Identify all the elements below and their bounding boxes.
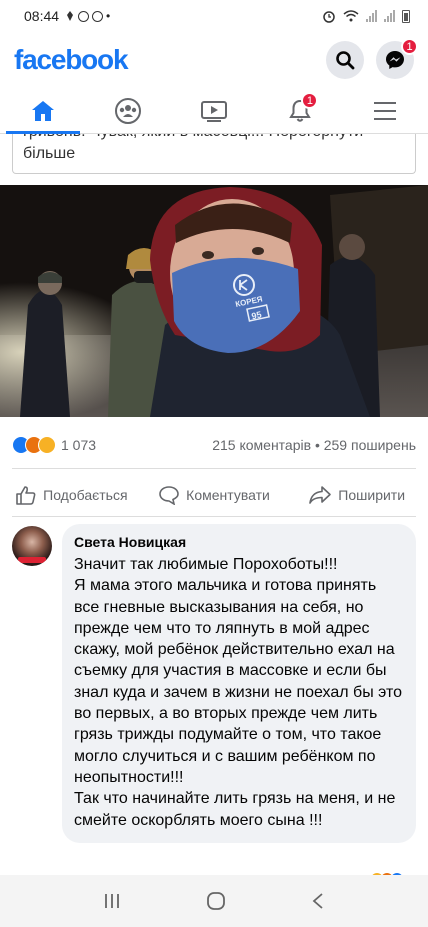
- post-text-cut: гривень. Чувак, який в масовці... Перего…: [23, 134, 363, 142]
- share-label: Поширити: [338, 487, 406, 503]
- post-stats[interactable]: 215 коментарів • 259 поширень: [212, 437, 416, 453]
- comment-icon: [159, 486, 179, 505]
- status-bar: 08:44 •: [0, 0, 428, 32]
- divider: [12, 468, 416, 469]
- signal-icon: [366, 10, 377, 22]
- avatar[interactable]: [12, 526, 52, 566]
- groups-icon: [115, 97, 142, 124]
- comment-author[interactable]: Света Новицкая: [74, 534, 404, 550]
- comment-label: Коментувати: [186, 487, 270, 503]
- facebook-notify-icon: [92, 10, 104, 22]
- home-button-icon[interactable]: [206, 891, 226, 911]
- notifications-badge: 1: [301, 92, 319, 109]
- battery-icon: [402, 9, 410, 23]
- comment-button[interactable]: Коментувати: [143, 485, 286, 505]
- tab-groups[interactable]: [86, 88, 172, 133]
- main-nav: 1: [0, 88, 428, 134]
- tab-menu[interactable]: [342, 88, 428, 133]
- alarm-icon: [323, 11, 335, 23]
- facebook-notify-icon: [78, 10, 90, 22]
- comment-bubble[interactable]: Света Новицкая Значит так любимые Порохо…: [62, 524, 416, 843]
- video-frame: КОРЕЯ 95: [0, 185, 428, 417]
- reactions-bar[interactable]: 1 073 215 коментарів • 259 поширень: [12, 430, 416, 460]
- tab-home[interactable]: [0, 88, 86, 134]
- post-text: гривень. Чувак, який в масовці... Перего…: [0, 134, 428, 180]
- back-icon[interactable]: [311, 892, 325, 910]
- app-header: facebook 1: [0, 32, 428, 88]
- signal-icon-2: [384, 10, 395, 22]
- thumbs-up-icon: [16, 486, 36, 505]
- menu-icon: [374, 101, 397, 120]
- search-button[interactable]: [326, 41, 364, 79]
- messenger-badge: 1: [401, 38, 418, 55]
- reaction-count[interactable]: 1 073: [61, 437, 96, 453]
- status-time: 08:44: [24, 8, 60, 24]
- comment-text: Значит так любимые Порохоботы!!! Я мама …: [74, 556, 403, 829]
- reaction-icons: [12, 436, 56, 454]
- home-icon: [31, 100, 54, 121]
- divider: [12, 516, 416, 517]
- share-icon: [309, 486, 332, 504]
- status-dot: •: [106, 9, 111, 23]
- share-button[interactable]: Поширити: [285, 485, 428, 505]
- haha-reaction-icon: [38, 436, 56, 454]
- tab-notifications[interactable]: 1: [257, 88, 343, 133]
- notification-app-icon: [67, 11, 74, 21]
- notification-icons: •: [65, 9, 110, 23]
- facebook-logo[interactable]: facebook: [14, 44, 129, 76]
- messenger-button[interactable]: 1: [376, 38, 418, 79]
- watch-icon: [200, 100, 227, 122]
- post-video[interactable]: КОРЕЯ 95: [0, 185, 428, 417]
- search-icon: [336, 51, 355, 70]
- mask-text-95: 95: [251, 309, 263, 321]
- post-actions: Подобається Коментувати Поширити: [0, 472, 428, 518]
- tab-watch[interactable]: [171, 88, 257, 133]
- wifi-icon: [343, 10, 359, 22]
- see-more-link[interactable]: більше: [23, 144, 75, 164]
- like-button[interactable]: Подобається: [0, 485, 143, 505]
- system-nav-bar: [0, 875, 428, 927]
- like-label: Подобається: [43, 487, 128, 503]
- recent-apps-icon[interactable]: [103, 893, 121, 909]
